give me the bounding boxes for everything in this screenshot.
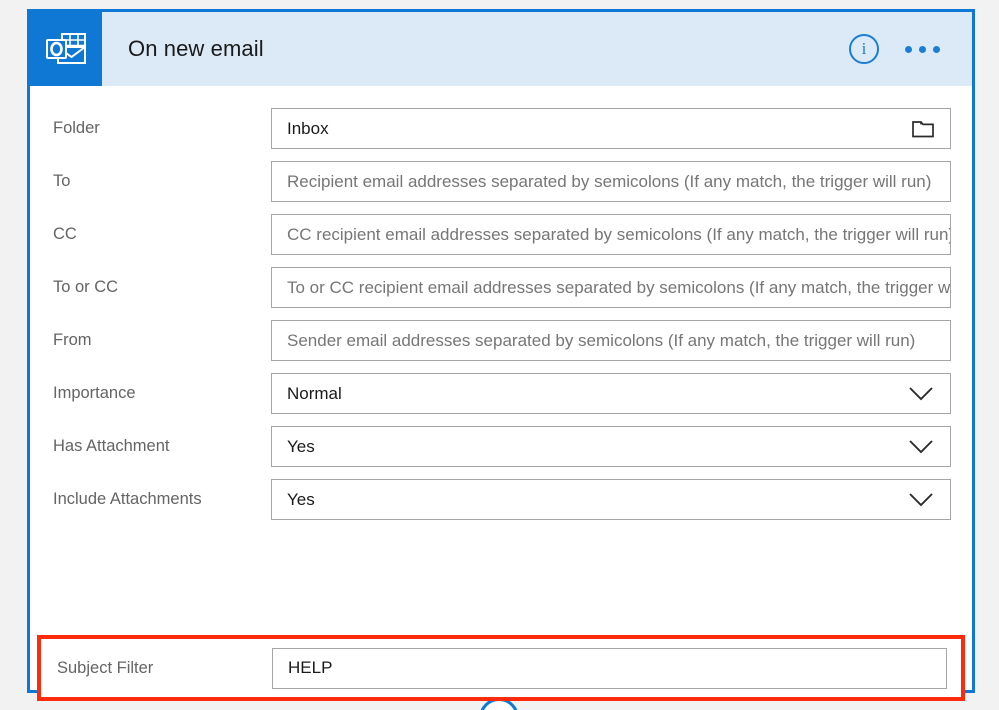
subject-filter-input[interactable]: HELP <box>272 647 947 689</box>
importance-dropdown[interactable]: Normal <box>271 373 951 414</box>
include-attachments-value: Yes <box>287 489 315 509</box>
ellipsis-dot <box>919 45 926 53</box>
outlook-logo-icon <box>30 12 102 86</box>
on-new-email-trigger-card: On new email i Folder Inbox To Recipient… <box>27 9 975 701</box>
chevron-down-icon[interactable] <box>908 386 950 401</box>
field-row: Has Attachment Yes <box>30 420 972 473</box>
has-attachment-value: Yes <box>287 436 315 456</box>
info-circle-icon[interactable]: i <box>849 34 879 64</box>
ellipsis-icon[interactable] <box>901 38 944 61</box>
field-row: Importance Normal <box>30 367 972 420</box>
folder-input[interactable]: Inbox <box>271 108 951 149</box>
has-attachment-dropdown[interactable]: Yes <box>271 426 951 467</box>
to-placeholder: Recipient email addresses separated by s… <box>287 171 932 191</box>
info-glyph: i <box>861 39 867 58</box>
field-row: Subject Filter HELP <box>41 639 961 697</box>
field-row: To or CC To or CC recipient email addres… <box>30 261 972 314</box>
to-or-cc-input[interactable]: To or CC recipient email addresses separ… <box>271 267 951 308</box>
screenshot-stage: On new email i Folder Inbox To Recipient… <box>0 0 999 710</box>
field-label-has-attachment: Has Attachment <box>53 437 170 455</box>
importance-value: Normal <box>287 383 342 403</box>
include-attachments-dropdown[interactable]: Yes <box>271 479 951 520</box>
page-title: On new email <box>128 36 264 61</box>
ellipsis-dot <box>933 45 940 53</box>
card-body: Folder Inbox To Recipient email addresse… <box>30 86 972 701</box>
folder-icon[interactable] <box>912 119 950 138</box>
from-input[interactable]: Sender email addresses separated by semi… <box>271 320 951 361</box>
field-label-importance: Importance <box>53 384 136 402</box>
cc-input[interactable]: CC recipient email addresses separated b… <box>271 214 951 255</box>
to-input[interactable]: Recipient email addresses separated by s… <box>271 161 951 202</box>
card-header: On new email i <box>30 12 972 86</box>
field-row: Folder Inbox <box>30 102 972 155</box>
field-row: To Recipient email addresses separated b… <box>30 155 972 208</box>
ellipsis-dot <box>905 45 912 53</box>
field-label-from: From <box>53 331 92 349</box>
subject-filter-value: HELP <box>288 658 333 677</box>
header-actions: i <box>849 34 972 64</box>
field-label-include-attachments: Include Attachments <box>53 490 202 508</box>
field-label-to-or-cc: To or CC <box>53 278 119 296</box>
chevron-down-icon[interactable] <box>908 439 950 454</box>
subject-filter-highlight: Subject Filter HELP <box>37 635 965 701</box>
field-row: From Sender email addresses separated by… <box>30 314 972 367</box>
folder-value: Inbox <box>287 118 329 138</box>
from-placeholder: Sender email addresses separated by semi… <box>287 330 916 350</box>
field-row: CC CC recipient email addresses separate… <box>30 208 972 261</box>
field-row: Include Attachments Yes <box>30 473 972 526</box>
field-label-folder: Folder <box>53 119 100 137</box>
field-label-subject-filter: Subject Filter <box>57 658 154 677</box>
field-label-cc: CC <box>53 225 77 243</box>
field-label-to: To <box>53 172 71 190</box>
chevron-down-icon[interactable] <box>908 492 950 507</box>
to-or-cc-placeholder: To or CC recipient email addresses separ… <box>287 277 951 297</box>
cc-placeholder: CC recipient email addresses separated b… <box>287 224 951 244</box>
